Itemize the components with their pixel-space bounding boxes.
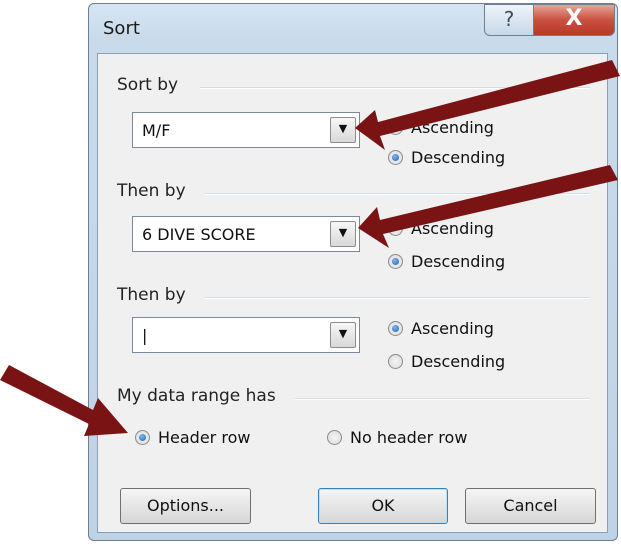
arrow-annotation-header-row [0, 365, 128, 436]
arrow-annotation-then-by [358, 165, 618, 248]
annotation-arrows [0, 60, 620, 436]
arrow-annotation-sort-by [355, 60, 620, 150]
